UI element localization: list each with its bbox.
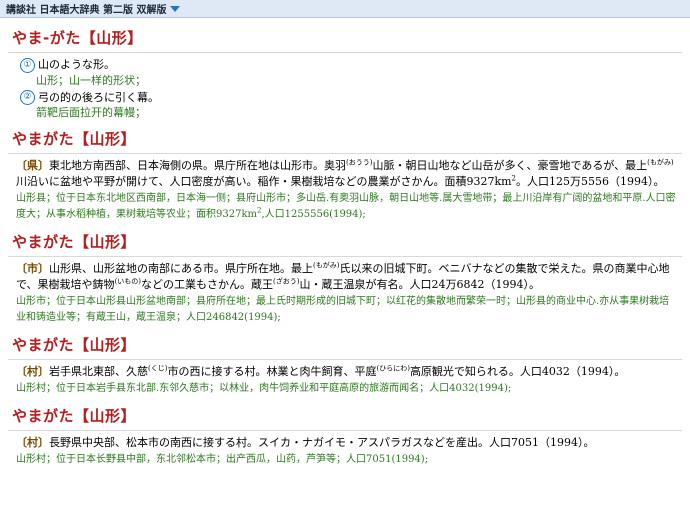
- definition-text: 〔県〕東北地方南西部、日本海側の県。県庁所在地は山形市。奥羽(おうう)山脈・朝日…: [16, 158, 674, 188]
- definition-text: 〔市〕山形県、山形盆地の南部にある市。県庁所在地。最上(もがみ)氏以来の旧城下町…: [16, 261, 670, 291]
- definition-translation: 山形县；位于日本东北地区西南部，日本海一侧；县府山形市；多山岳.有奥羽山脉，朝日…: [16, 193, 676, 220]
- ruby-reading: (くじ): [148, 364, 168, 373]
- ruby-reading: (ひらにわ): [376, 364, 410, 373]
- category-tag: 〔村〕: [16, 436, 49, 449]
- headword: やまがた【山形】: [8, 331, 682, 360]
- ruby-reading: (いもの): [114, 277, 142, 286]
- definition-text: 〔村〕岩手県北東部、久慈(くじ)市の西に接する村。林業と肉牛飼育、平庭(ひらにわ…: [16, 364, 626, 378]
- ruby-reading: (もがみ): [313, 261, 340, 270]
- dictionary-title: 講談社 日本語大辞典 第二版 双解版: [6, 5, 167, 16]
- definition-text: 〔村〕長野県中央部、松本市の南西に接する村。スイカ・ナガイモ・アスパラガスなどを…: [16, 436, 595, 449]
- headword: やまがた【山形】: [8, 228, 682, 257]
- sense: ② 弓の的の後ろに引く幕。 箭靶后面拉开的幕幔；: [8, 90, 682, 121]
- sense: ① 山のような形。 山形；山一样的形状；: [8, 57, 682, 88]
- headword: やま-がた【山形】: [8, 24, 682, 53]
- definition-translation: 山形村；位于日本长野县中部，东北邻松本市；出产西瓜，山药，芦笋等；人口7051(…: [16, 454, 429, 465]
- entry: やまがた【山形】 〔村〕長野県中央部、松本市の南西に接する村。スイカ・ナガイモ・…: [8, 402, 682, 468]
- entries-list: やま-がた【山形】 ① 山のような形。 山形；山一样的形状； ② 弓の的の後ろに引く…: [0, 18, 690, 468]
- headword: やまがた【山形】: [8, 402, 682, 431]
- definition-translation: 山形市；位于日本山形县山形盆地南部；县府所在地；最上氏时期形成的旧城下町；以红花…: [16, 296, 670, 323]
- category-tag: 〔村〕: [16, 365, 49, 378]
- sense-text: 弓の的の後ろに引く幕。: [38, 90, 159, 104]
- ruby-reading: (もがみ): [647, 158, 674, 167]
- sense-translation: 箭靶后面拉开的幕幔；: [36, 106, 146, 119]
- entry: やま-がた【山形】 ① 山のような形。 山形；山一样的形状； ② 弓の的の後ろに引く…: [8, 24, 682, 120]
- entry: やまがた【山形】 〔市〕山形県、山形盆地の南部にある市。県庁所在地。最上(もがみ…: [8, 228, 682, 326]
- definition-translation: 山形村；位于日本岩手县东北部.东邻久慈市；以林业，肉牛饲养业和平庭高原的旅游而闻…: [16, 383, 512, 394]
- category-tag: 〔市〕: [16, 262, 49, 275]
- sense-translation: 山形；山一样的形状；: [36, 73, 146, 87]
- category-tag: 〔県〕: [16, 159, 49, 172]
- headword: やまがた【山形】: [8, 125, 682, 154]
- entry: やまがた【山形】 〔県〕東北地方南西部、日本海側の県。県庁所在地は山形市。奥羽(…: [8, 125, 682, 223]
- sense-text: 山のような形。: [38, 58, 115, 71]
- sense-number: ②: [20, 90, 35, 105]
- ruby-reading: (おうう): [346, 158, 373, 167]
- ruby-reading: (ざおう): [273, 277, 300, 286]
- dropdown-caret-icon[interactable]: [170, 6, 181, 12]
- entry: やまがた【山形】 〔村〕岩手県北東部、久慈(くじ)市の西に接する村。林業と肉牛飼…: [8, 331, 682, 397]
- dictionary-title-bar[interactable]: 講談社 日本語大辞典 第二版 双解版: [0, 0, 690, 18]
- sense-number: ①: [20, 57, 35, 73]
